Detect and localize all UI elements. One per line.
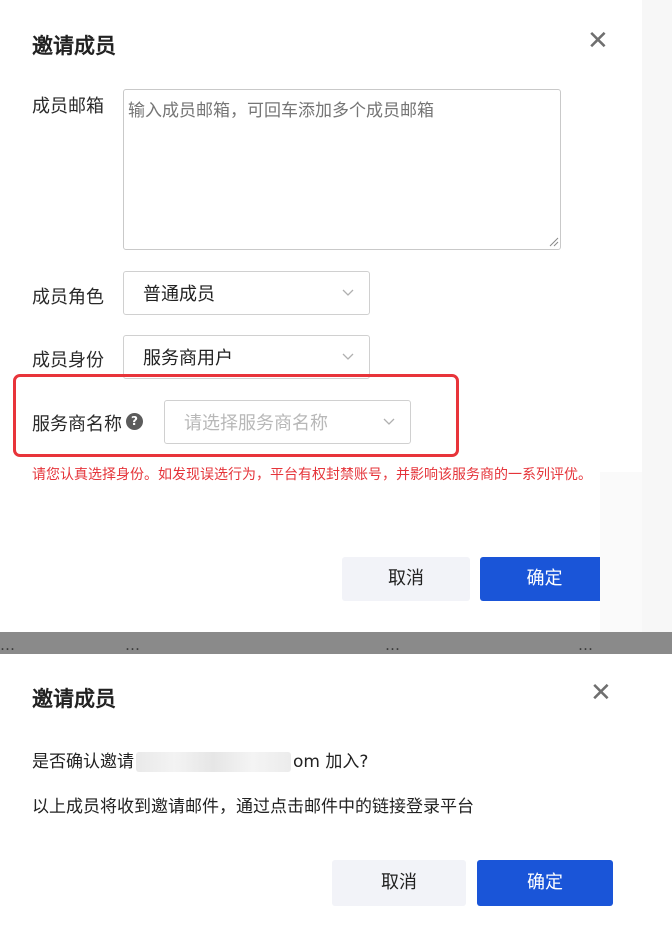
background-cell: … [0,636,15,654]
close-icon[interactable]: ✕ [590,680,612,706]
role-select-value: 普通成员 [143,284,215,305]
role-label: 成员角色 [32,287,104,308]
question-circle-icon[interactable]: ? [126,413,143,430]
confirm-question: 是否确认邀请 om 加入? [32,747,368,772]
identity-select[interactable]: 服务商用户 [123,335,370,379]
confirm-invite-dialog: 邀请成员 ✕ 是否确认邀请 om 加入? 以上成员将收到邀请邮件，通过点击邮件中的… [0,654,672,928]
background-cell: … [578,636,593,654]
background-overlay [642,0,672,632]
cancel-button[interactable]: 取消 [342,557,470,601]
background-overlay [600,472,642,632]
email-input[interactable] [123,89,561,250]
provider-select[interactable]: 请选择服务商名称 [164,400,411,444]
confirm-button[interactable]: 确定 [480,557,609,601]
warning-message: 请您认真选择身份。如发现误选行为，平台有权封禁账号，并影响该服务商的一系列评优。 [32,467,592,483]
background-table-row: … … … … [0,632,672,654]
chevron-down-icon [342,289,354,296]
role-select[interactable]: 普通成员 [123,271,370,315]
provider-label: 服务商名称 [32,414,122,435]
dialog-title: 邀请成员 [32,34,116,58]
identity-label: 成员身份 [32,350,104,371]
resize-grip-icon[interactable] [549,237,559,247]
dialog-title: 邀请成员 [32,687,116,711]
provider-select-placeholder: 请选择服务商名称 [184,413,328,434]
background-cell: … [385,636,400,654]
confirm-question-suffix: om 加入? [293,752,369,772]
confirm-button[interactable]: 确定 [477,860,613,906]
invite-member-dialog: 邀请成员 ✕ 成员邮箱 成员角色 普通成员 成员身份 服务商用户 服务商名称 ?… [0,0,642,632]
redacted-email [136,752,291,772]
confirm-info-text: 以上成员将收到邀请邮件，通过点击邮件中的链接登录平台 [32,797,474,817]
close-icon[interactable]: ✕ [587,28,609,54]
cancel-button[interactable]: 取消 [332,860,466,906]
email-label: 成员邮箱 [32,96,104,117]
background-cell: … [125,636,140,654]
confirm-question-prefix: 是否确认邀请 [32,752,134,772]
chevron-down-icon [383,418,395,425]
chevron-down-icon [342,353,354,360]
identity-select-value: 服务商用户 [143,348,233,369]
